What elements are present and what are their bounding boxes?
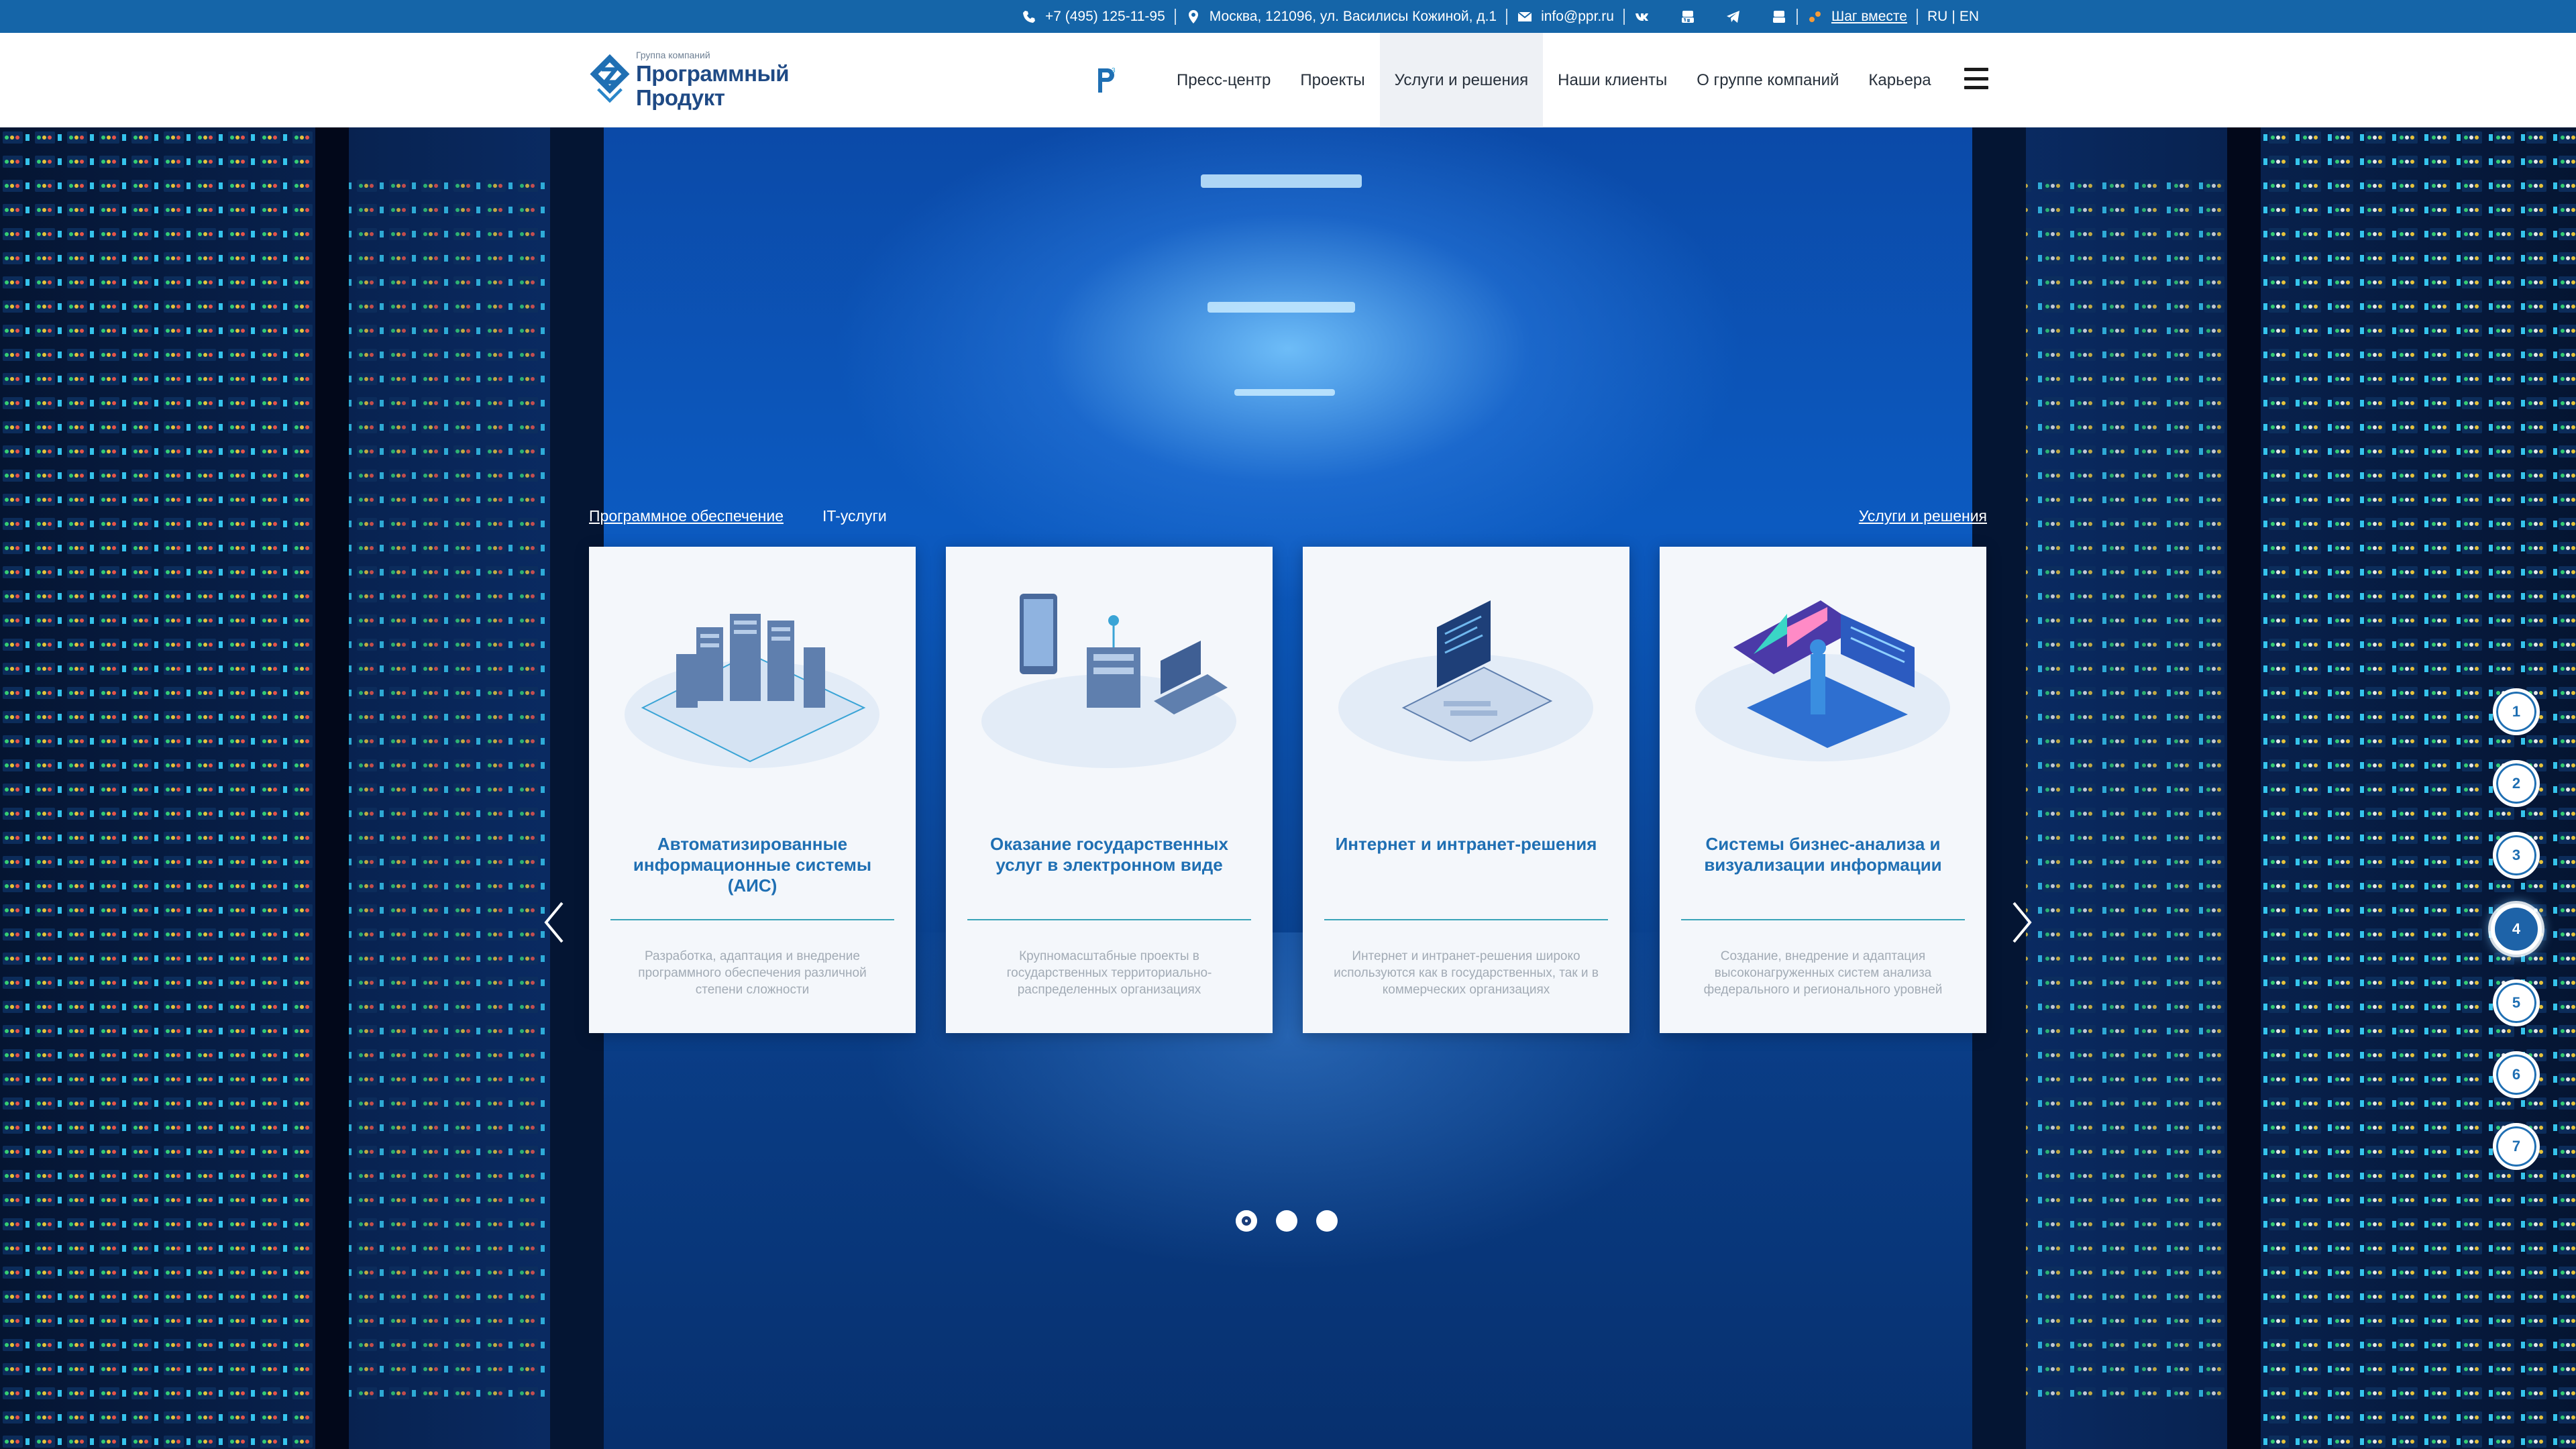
nav-item-clients[interactable]: Наши клиенты: [1543, 33, 1682, 127]
service-card[interactable]: Оказание государственных услуг в электро…: [946, 547, 1273, 1033]
card-title[interactable]: Интернет и интранет-решения: [1323, 834, 1609, 855]
service-card[interactable]: Интернет и интранет-решения Интернет и и…: [1303, 547, 1629, 1033]
telegram-icon[interactable]: [1725, 9, 1741, 25]
logo-line-2: Продукт: [635, 85, 725, 110]
nav-item-projects[interactable]: Проекты: [1285, 33, 1379, 127]
section-pager: 1 2 3 4 5 6 7: [2491, 688, 2542, 1170]
lang-en[interactable]: EN: [1960, 9, 1979, 25]
server-racks-right-background: [1972, 127, 2576, 1449]
card-description: Разработка, адаптация и внедрение програ…: [638, 949, 867, 997]
location-pin-icon: [1188, 9, 1198, 23]
section-page-button[interactable]: 1: [2493, 688, 2540, 735]
service-card[interactable]: Автоматизированные информационные систем…: [589, 547, 916, 1033]
card-divider: [967, 919, 1251, 920]
top-contact-bar: +7 (495) 125-11-95 Москва, 121096, ул. В…: [0, 0, 2576, 33]
svg-text:3: 3: [1112, 67, 1116, 74]
address-contact: Москва, 121096, ул. Василисы Кожиной, д.…: [1176, 9, 1506, 25]
steps-icon: [1809, 11, 1821, 22]
chevron-left-icon[interactable]: [541, 899, 568, 946]
carousel-dot[interactable]: [1236, 1210, 1257, 1232]
server-racks-left-background: [0, 127, 604, 1449]
nav-item-services[interactable]: Услуги и решения: [1379, 33, 1544, 127]
card-title[interactable]: Оказание государственных услуг в электро…: [966, 834, 1252, 875]
section-page-button[interactable]: 3: [2493, 832, 2540, 879]
phone-number[interactable]: +7 (495) 125-11-95: [1045, 9, 1165, 25]
carousel-dot[interactable]: [1276, 1210, 1297, 1232]
lang-separator: |: [1951, 8, 1955, 24]
section-page-button-active[interactable]: 4: [2491, 904, 2542, 955]
logo-line-1: Программный: [635, 61, 790, 86]
carousel-dot[interactable]: [1316, 1210, 1338, 1232]
together-link-text[interactable]: Шаг вместе: [1831, 9, 1907, 25]
service-tabs: Программное обеспечение IT-услуги: [589, 507, 887, 525]
p3-logo-icon[interactable]: 3: [1087, 60, 1127, 101]
hero-section: Программное обеспечение IT-услуги Услуги…: [0, 127, 2576, 1449]
tab-software[interactable]: Программное обеспечение: [589, 507, 784, 525]
video-icon[interactable]: [1771, 9, 1787, 25]
lang-ru[interactable]: RU: [1927, 9, 1947, 25]
card-divider: [1324, 919, 1608, 920]
nav-item-about[interactable]: О группе компаний: [1682, 33, 1854, 127]
email-address[interactable]: info@ppr.ru: [1541, 9, 1614, 25]
logo-mark-icon: [590, 54, 630, 103]
ceiling-light: [1208, 302, 1355, 313]
devices-illustration-icon: [981, 594, 1236, 768]
tab-it-services[interactable]: IT-услуги: [822, 507, 887, 525]
youtube-icon[interactable]: [1680, 9, 1696, 25]
section-page-button[interactable]: 5: [2493, 979, 2540, 1026]
site-header: Группа компаний Программный Продукт 3 Пр…: [0, 33, 2576, 127]
card-description: Интернет и интранет-решения широко испол…: [1334, 949, 1599, 997]
mail-icon: [1517, 11, 1532, 21]
hamburger-menu-icon[interactable]: [1964, 68, 1988, 89]
servers-illustration-icon: [625, 614, 879, 768]
nav-item-press-center[interactable]: Пресс-центр: [1162, 33, 1285, 127]
company-logo[interactable]: Группа компаний Программный Продукт: [588, 46, 790, 113]
phone-contact[interactable]: +7 (495) 125-11-95: [1012, 9, 1175, 25]
section-page-button[interactable]: 7: [2493, 1123, 2540, 1170]
service-card[interactable]: Системы бизнес-анализа и визуализации ин…: [1660, 547, 1986, 1033]
card-divider: [1681, 919, 1965, 920]
card-title[interactable]: Автоматизированные информационные систем…: [609, 834, 896, 896]
email-contact[interactable]: info@ppr.ru: [1507, 9, 1623, 25]
services-solutions-link[interactable]: Услуги и решения: [1859, 507, 1987, 525]
main-nav: 3 Пресс-центр Проекты Услуги и решения Н…: [1087, 33, 1946, 127]
vk-icon[interactable]: [1634, 9, 1650, 25]
card-description: Создание, внедрение и адаптация высокона…: [1703, 949, 1943, 997]
card-divider: [610, 919, 894, 920]
service-cards: Автоматизированные информационные систем…: [589, 547, 1987, 1033]
logo-text: Группа компаний Программный Продукт: [635, 50, 790, 110]
card-description: Крупномасштабные проекты в государственн…: [1006, 949, 1212, 997]
chevron-right-icon[interactable]: [2008, 899, 2035, 946]
ceiling-light: [1234, 389, 1335, 396]
analytics-illustration-icon: [1695, 600, 1950, 761]
address-text: Москва, 121096, ул. Василисы Кожиной, д.…: [1209, 8, 1497, 24]
logo-subtitle: Группа компаний: [635, 50, 710, 60]
section-page-button[interactable]: 6: [2493, 1051, 2540, 1098]
social-links: [1625, 9, 1796, 25]
card-title[interactable]: Системы бизнес-анализа и визуализации ин…: [1680, 834, 1966, 875]
ceiling-light: [1201, 174, 1362, 188]
together-link[interactable]: Шаг вместе: [1798, 9, 1917, 25]
language-switcher: RU | EN: [1918, 9, 1988, 25]
phone-icon: [1022, 10, 1035, 23]
laptop-illustration-icon: [1338, 600, 1593, 761]
section-page-button[interactable]: 2: [2493, 760, 2540, 807]
nav-item-career[interactable]: Карьера: [1854, 33, 1945, 127]
carousel-dots: [1236, 1210, 1338, 1232]
